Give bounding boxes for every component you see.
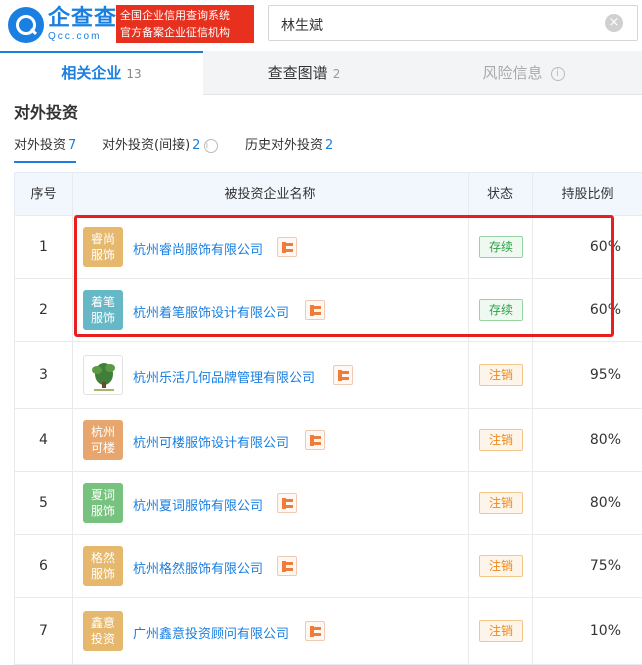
row-seq: 5	[39, 495, 48, 511]
company-logo: 夏词服饰	[83, 483, 123, 523]
tab-risk-info[interactable]: 风险信息 i	[405, 51, 642, 95]
row-seq: 3	[39, 367, 48, 383]
company-name-link[interactable]: 杭州着笔服饰设计有限公司	[133, 302, 289, 321]
table-row: 5 夏词服饰 杭州夏词服饰有限公司 注销 80%	[14, 472, 642, 535]
tab-label: 风险信息	[482, 64, 543, 82]
subtab-indirect-investment[interactable]: 对外投资(间接) 2 i	[102, 137, 219, 163]
table-row: 6 格然服饰 杭州格然服饰有限公司 注销 75%	[14, 535, 642, 598]
subtab-count: 2	[325, 138, 334, 153]
row-seq: 4	[39, 432, 48, 448]
logo-main-text: 企查查	[48, 6, 118, 31]
share-ratio: 80%	[589, 495, 621, 511]
table-row: 2 着笔服饰 杭州着笔服饰设计有限公司 存续 60%	[14, 279, 642, 342]
info-icon: i	[550, 66, 565, 81]
status-badge: 注销	[479, 620, 523, 642]
subtab-label: 对外投资(间接)	[102, 138, 191, 153]
subtab-count: 2	[192, 138, 201, 153]
table-header: 序号 被投资企业名称 状态 持股比例	[14, 172, 642, 216]
subtab-count: 7	[68, 138, 77, 153]
official-badge: 全国企业信用查询系统 官方备案企业征信机构	[116, 5, 254, 43]
company-logo: 格然服饰	[83, 546, 123, 586]
equity-tree-icon[interactable]	[333, 365, 353, 385]
badge-line-1: 全国企业信用查询系统	[120, 9, 230, 22]
logo-sub-text: Qcc.com	[48, 31, 102, 42]
company-logo: 鑫意投资	[83, 611, 123, 651]
header-share-ratio: 持股比例	[561, 187, 614, 202]
status-badge: 存续	[479, 299, 523, 321]
status-badge: 存续	[479, 236, 523, 258]
company-name-link[interactable]: 杭州睿尚服饰有限公司	[133, 239, 263, 258]
section-title: 对外投资	[14, 103, 79, 122]
header-company-name: 被投资企业名称	[224, 187, 316, 202]
subtab-historical-investment[interactable]: 历史对外投资 2	[245, 137, 333, 163]
company-logo: 杭州可楼	[83, 420, 123, 460]
company-name-link[interactable]: 杭州夏词服饰有限公司	[133, 495, 263, 514]
equity-tree-icon[interactable]	[305, 430, 325, 450]
status-badge: 注销	[479, 555, 523, 577]
subtab-label: 对外投资	[14, 138, 67, 153]
header-status: 状态	[486, 187, 513, 202]
company-logo: 睿尚服饰	[83, 227, 123, 267]
header-seq: 序号	[30, 187, 57, 202]
row-seq: 7	[39, 623, 48, 639]
badge-line-2: 官方备案企业征信机构	[120, 26, 230, 39]
equity-tree-icon[interactable]	[277, 493, 297, 513]
company-name-link[interactable]: 杭州乐活几何品牌管理有限公司	[133, 367, 315, 386]
row-seq: 6	[39, 558, 48, 574]
company-logo: 着笔服饰	[83, 290, 123, 330]
status-badge: 注销	[479, 429, 523, 451]
subtab-direct-investment[interactable]: 对外投资 7	[14, 137, 77, 163]
share-ratio: 80%	[589, 432, 621, 448]
share-ratio: 95%	[589, 367, 621, 383]
search-input[interactable]: 林生斌 ×	[268, 5, 638, 41]
tab-count: 2	[332, 67, 341, 81]
row-seq: 1	[39, 239, 48, 255]
table-row: 4 杭州可楼 杭州可楼服饰设计有限公司 注销 80%	[14, 409, 642, 472]
equity-tree-icon[interactable]	[277, 237, 297, 257]
share-ratio: 60%	[589, 302, 621, 318]
status-badge: 注销	[479, 364, 523, 386]
info-icon: i	[204, 138, 219, 153]
equity-tree-icon[interactable]	[305, 621, 325, 641]
qcc-logo[interactable]: 企查查 Qcc.com	[8, 7, 117, 43]
main-tabs: 相关企业 13 查查图谱 2 风险信息 i	[0, 51, 642, 95]
status-badge: 注销	[479, 492, 523, 514]
company-logo-image	[83, 355, 123, 395]
company-name-link[interactable]: 广州鑫意投资顾问有限公司	[133, 623, 289, 642]
tab-label: 相关企业	[61, 64, 122, 82]
table-row: 3 杭州乐活几何品牌管理有限公司 注销 95%	[14, 342, 642, 409]
company-name-link[interactable]: 杭州可楼服饰设计有限公司	[133, 432, 289, 451]
share-ratio: 10%	[589, 623, 621, 639]
search-value: 林生斌	[281, 18, 323, 34]
subtab-label: 历史对外投资	[245, 138, 324, 153]
row-seq: 2	[39, 302, 48, 318]
equity-tree-icon[interactable]	[305, 300, 325, 320]
logo-search-icon	[8, 7, 44, 43]
share-ratio: 75%	[589, 558, 621, 574]
clear-icon[interactable]: ×	[605, 14, 623, 32]
company-name-link[interactable]: 杭州格然服饰有限公司	[133, 558, 263, 577]
table-row: 1 睿尚服饰 杭州睿尚服饰有限公司 存续 60%	[14, 216, 642, 279]
tab-graph[interactable]: 查查图谱 2	[203, 51, 405, 95]
tab-label: 查查图谱	[267, 64, 328, 82]
tab-count: 13	[126, 67, 142, 81]
share-ratio: 60%	[589, 239, 621, 255]
equity-tree-icon[interactable]	[277, 556, 297, 576]
top-header: 企查查 Qcc.com 全国企业信用查询系统 官方备案企业征信机构 林生斌 ×	[0, 0, 642, 50]
table-row: 7 鑫意投资 广州鑫意投资顾问有限公司 注销 10%	[14, 598, 642, 665]
tab-related-companies[interactable]: 相关企业 13	[0, 51, 203, 95]
